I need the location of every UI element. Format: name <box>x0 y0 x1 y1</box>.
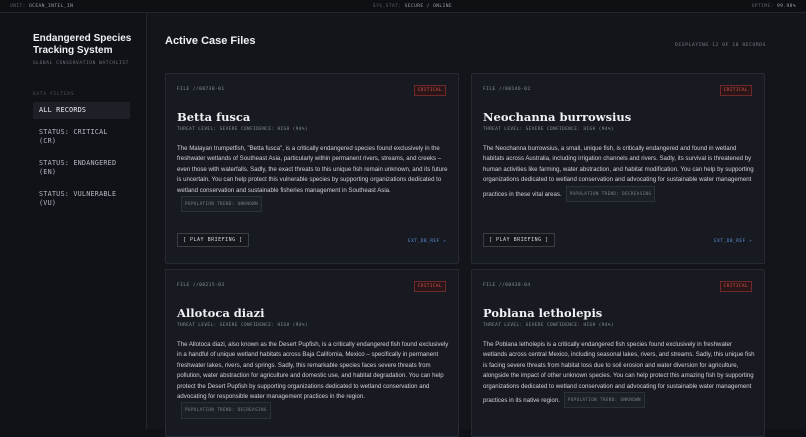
confidence-label: CONFIDENCE: <box>240 127 275 132</box>
uptime-label: UPTIME: <box>751 3 774 9</box>
species-description: The Neochanna burrowsius, a small, uniqu… <box>483 144 755 203</box>
threat-value: SEVERE <box>219 323 238 328</box>
unit-value: OCEAN_INTEL_IN <box>29 3 74 9</box>
status-badge: CRITICAL <box>719 281 752 292</box>
status-bar: UNIT: OCEAN_INTEL_IN SYS_STAT: SECURE / … <box>0 0 806 13</box>
file-id: FILE //00738-01 <box>177 87 225 92</box>
threat-line: THREAT LEVEL: SEVERE CONFIDENCE: HIGH (9… <box>483 323 614 328</box>
case-file-card: FILE //00438-04 CRITICAL Poblana lethole… <box>471 269 765 437</box>
species-description: The Poblana letholepis is a critically e… <box>483 340 755 409</box>
external-db-link[interactable]: EXT_DB_REF ↗ <box>408 239 446 244</box>
record-count: DISPLAYING 12 OF 18 RECORDS <box>675 43 766 48</box>
description-text: The Allotoca diazi, also known as the De… <box>177 341 449 401</box>
threat-label: THREAT LEVEL: <box>483 323 523 328</box>
threat-line: THREAT LEVEL: SEVERE CONFIDENCE: HIGH (9… <box>177 323 308 328</box>
confidence-value: HIGH (94%) <box>583 323 614 328</box>
filter-all-records[interactable]: ALL RECORDS <box>33 102 130 119</box>
system-status-label: SYS_STAT: <box>372 3 402 9</box>
filter-status-critical[interactable]: STATUS: CRITICAL (CR) <box>33 124 130 150</box>
species-description: The Allotoca diazi, also known as the De… <box>177 340 449 419</box>
status-badge: CRITICAL <box>413 281 446 292</box>
status-badge: CRITICAL <box>413 85 446 96</box>
filters-heading: DATA FILTERS <box>33 92 75 97</box>
confidence-label: CONFIDENCE: <box>546 323 581 328</box>
threat-value: SEVERE <box>525 127 544 132</box>
threat-value: SEVERE <box>525 323 544 328</box>
unit-label: UNIT: <box>10 3 26 9</box>
system-status-value: SECURE / ONLINE <box>404 3 453 9</box>
species-name: Poblana letholepis <box>483 306 603 320</box>
play-briefing-button[interactable]: [ PLAY BRIEFING ] <box>177 233 249 247</box>
uptime-value: 99.98% <box>776 3 796 9</box>
filter-list: ALL RECORDS STATUS: CRITICAL (CR) STATUS… <box>33 102 146 212</box>
file-id: FILE //00215-03 <box>177 283 225 288</box>
main-content: Active Case Files DISPLAYING 12 OF 18 RE… <box>147 13 806 437</box>
confidence-value: HIGH (94%) <box>277 323 308 328</box>
confidence-label: CONFIDENCE: <box>240 323 275 328</box>
population-trend-badge: POPULATION TREND: DECREASING <box>181 402 271 419</box>
threat-line: THREAT LEVEL: SEVERE CONFIDENCE: HIGH (9… <box>483 127 614 132</box>
threat-label: THREAT LEVEL: <box>177 127 217 132</box>
case-file-card: FILE //00146-02 CRITICAL Neochanna burro… <box>471 73 765 264</box>
play-briefing-button[interactable]: [ PLAY BRIEFING ] <box>483 233 555 247</box>
threat-label: THREAT LEVEL: <box>177 323 217 328</box>
file-id: FILE //00146-02 <box>483 87 531 92</box>
uptime-readout: UPTIME: 99.98% <box>752 4 796 9</box>
filter-status-vulnerable[interactable]: STATUS: VULNERABLE (VU) <box>33 186 130 212</box>
file-id: FILE //00438-04 <box>483 283 531 288</box>
population-trend-badge: POPULATION TREND: DECREASING <box>565 185 656 203</box>
page-title: Active Case Files <box>165 35 256 47</box>
case-file-card: FILE //00215-03 CRITICAL Allotoca diazi … <box>165 269 459 437</box>
sidebar: Endangered Species Tracking System GLOBA… <box>0 13 147 429</box>
app-tagline: GLOBAL CONSERVATION WATCHLIST <box>33 61 129 66</box>
threat-value: SEVERE <box>219 127 238 132</box>
species-name: Betta fusca <box>177 110 251 124</box>
population-trend-badge: POPULATION TREND: UNKNOWN <box>181 196 263 213</box>
description-text: The Malayan trumpetfish, "Betta fusca", … <box>177 145 448 194</box>
filter-status-endangered[interactable]: STATUS: ENDANGERED (EN) <box>33 155 130 181</box>
unit-readout: UNIT: OCEAN_INTEL_IN <box>10 4 73 9</box>
status-badge: CRITICAL <box>719 85 752 96</box>
confidence-label: CONFIDENCE: <box>546 127 581 132</box>
population-trend-badge: POPULATION TREND: UNKNOWN <box>563 392 645 409</box>
confidence-value: HIGH (94%) <box>583 127 614 132</box>
confidence-value: HIGH (94%) <box>277 127 308 132</box>
app-title: Endangered Species Tracking System <box>33 33 132 56</box>
species-name: Allotoca diazi <box>177 306 265 320</box>
system-status-readout: SYS_STAT: SECURE / ONLINE <box>373 4 452 9</box>
case-file-card: FILE //00738-01 CRITICAL Betta fusca THR… <box>165 73 459 264</box>
external-db-link[interactable]: EXT_DB_REF ↗ <box>714 239 752 244</box>
threat-line: THREAT LEVEL: SEVERE CONFIDENCE: HIGH (9… <box>177 127 308 132</box>
threat-label: THREAT LEVEL: <box>483 127 523 132</box>
species-description: The Malayan trumpetfish, "Betta fusca", … <box>177 144 449 213</box>
species-name: Neochanna burrowsius <box>483 110 632 124</box>
